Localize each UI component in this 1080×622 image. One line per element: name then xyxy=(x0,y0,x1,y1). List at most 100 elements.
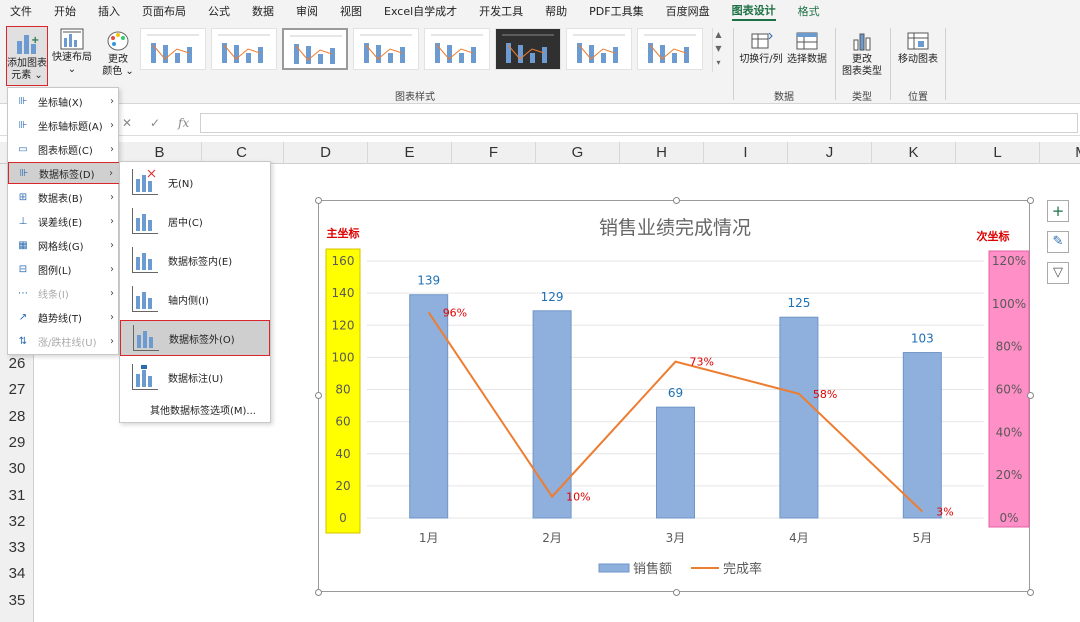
tab-14[interactable]: 格式 xyxy=(798,3,820,19)
tab-4[interactable]: 公式 xyxy=(208,3,230,19)
bar-data-label[interactable]: 125 xyxy=(787,296,810,310)
tab-9[interactable]: 开发工具 xyxy=(479,3,523,19)
row-header[interactable]: 30 xyxy=(0,460,34,477)
column-header[interactable]: K xyxy=(872,142,956,164)
line-data-label[interactable]: 58% xyxy=(813,388,837,401)
submenu-item[interactable]: 数据标签内(E) xyxy=(120,242,270,278)
line-data-label[interactable]: 96% xyxy=(443,306,467,319)
resize-handle[interactable] xyxy=(315,589,322,596)
gallery-scroll[interactable]: ▲ ▼ ▾ xyxy=(712,28,724,72)
formula-input[interactable] xyxy=(200,113,1078,133)
column-header[interactable]: G xyxy=(536,142,620,164)
column-header[interactable]: D xyxy=(284,142,368,164)
resize-handle[interactable] xyxy=(673,197,680,204)
column-header[interactable]: F xyxy=(452,142,536,164)
tab-13[interactable]: 图表设计 xyxy=(731,2,776,21)
chart-title[interactable]: 销售业绩完成情况 xyxy=(599,217,751,239)
menu-item[interactable]: ⊥ 误差线(E) › xyxy=(8,210,120,232)
submenu-item[interactable]: 无(N) xyxy=(120,164,270,200)
row-header[interactable]: 32 xyxy=(0,513,34,530)
row-header[interactable]: 28 xyxy=(0,408,34,425)
bar[interactable] xyxy=(532,310,572,519)
chart-style-thumb[interactable] xyxy=(140,28,206,70)
tab-6[interactable]: 审阅 xyxy=(296,3,318,19)
menu-item[interactable]: ↗ 趋势线(T) › xyxy=(8,306,120,328)
bar[interactable] xyxy=(902,352,942,519)
tab-2[interactable]: 插入 xyxy=(98,3,120,19)
chart-style-thumb[interactable] xyxy=(637,28,703,70)
chart-filters-button[interactable]: ▽ xyxy=(1047,262,1069,284)
resize-handle[interactable] xyxy=(1027,197,1034,204)
tab-3[interactable]: 页面布局 xyxy=(142,3,186,19)
more-data-label-options[interactable]: 其他数据标签选项(M)... xyxy=(150,402,256,417)
tab-12[interactable]: 百度网盘 xyxy=(666,3,710,19)
chart-style-thumb[interactable] xyxy=(495,28,561,70)
chart-styles-gallery[interactable] xyxy=(140,28,725,78)
tab-1[interactable]: 开始 xyxy=(54,3,76,19)
move-chart-button[interactable]: 移动图表 xyxy=(896,30,940,66)
column-header[interactable]: E xyxy=(368,142,452,164)
menu-item[interactable]: ⊪ 坐标轴(X) › xyxy=(8,90,120,112)
tab-11[interactable]: PDF工具集 xyxy=(589,3,643,19)
submenu-item[interactable]: 轴内侧(I) xyxy=(120,281,270,317)
resize-handle[interactable] xyxy=(673,589,680,596)
submenu-item[interactable]: 数据标签外(O) xyxy=(120,320,270,356)
line-data-label[interactable]: 10% xyxy=(566,491,590,504)
row-header[interactable]: 35 xyxy=(0,592,34,609)
submenu-item[interactable]: 数据标注(U) xyxy=(120,359,270,395)
add-chart-element-button[interactable]: + 添加图表 元素 ⌄ xyxy=(6,26,48,86)
menu-item[interactable]: ⊪ 数据标签(D) › xyxy=(8,162,120,184)
select-data-button[interactable]: 选择数据 xyxy=(786,30,828,66)
tab-0[interactable]: 文件 xyxy=(10,3,32,19)
chart-style-thumb[interactable] xyxy=(566,28,632,70)
resize-handle[interactable] xyxy=(1027,589,1034,596)
chart-styles-brush-button[interactable]: ✎ xyxy=(1047,231,1069,253)
bar[interactable] xyxy=(779,316,819,519)
row-header[interactable]: 34 xyxy=(0,565,34,582)
row-header[interactable]: 29 xyxy=(0,434,34,451)
insert-function-icon[interactable]: fx xyxy=(178,116,189,130)
change-colors-button[interactable]: 更改 颜色 ⌄ xyxy=(100,30,136,78)
menu-item[interactable]: ⊞ 数据表(B) › xyxy=(8,186,120,208)
row-header[interactable]: 27 xyxy=(0,381,34,398)
column-header[interactable]: I xyxy=(704,142,788,164)
resize-handle[interactable] xyxy=(315,197,322,204)
chart-style-thumb[interactable] xyxy=(211,28,277,70)
chart-elements-button[interactable]: + xyxy=(1047,200,1069,222)
bar-data-label[interactable]: 103 xyxy=(911,332,934,346)
chart-style-thumb[interactable] xyxy=(424,28,490,70)
resize-handle[interactable] xyxy=(1027,392,1034,399)
menu-item[interactable]: ⊪ 坐标轴标题(A) › xyxy=(8,114,120,136)
change-chart-type-button[interactable]: 更改 图表类型 xyxy=(840,30,884,78)
cancel-icon[interactable]: ✕ xyxy=(122,116,132,130)
bar-data-label[interactable]: 69 xyxy=(668,386,683,400)
line-data-label[interactable]: 3% xyxy=(936,506,953,519)
menu-item[interactable]: ▭ 图表标题(C) › xyxy=(8,138,120,160)
tab-7[interactable]: 视图 xyxy=(340,3,362,19)
chart-style-thumb[interactable] xyxy=(282,28,348,70)
menu-item[interactable]: ⋯ 线条(I) › xyxy=(8,282,120,304)
column-header[interactable]: J xyxy=(788,142,872,164)
bar[interactable] xyxy=(656,406,695,519)
chart[interactable]: 销售业绩完成情况 主坐标 160 140 120 100 80 60 40 20 0 次坐标 120% 1… xyxy=(318,200,1030,592)
resize-handle[interactable] xyxy=(315,392,322,399)
tab-10[interactable]: 帮助 xyxy=(545,3,567,19)
column-header[interactable]: L xyxy=(956,142,1040,164)
tab-5[interactable]: 数据 xyxy=(252,3,274,19)
bar[interactable] xyxy=(409,294,449,519)
chart-style-thumb[interactable] xyxy=(353,28,419,70)
row-header[interactable]: 33 xyxy=(0,539,34,556)
menu-item[interactable]: ⊟ 图例(L) › xyxy=(8,258,120,280)
bar-data-label[interactable]: 139 xyxy=(417,274,440,288)
menu-item[interactable]: ▦ 网格线(G) › xyxy=(8,234,120,256)
row-header[interactable]: 26 xyxy=(0,355,34,372)
line-data-label[interactable]: 73% xyxy=(690,356,714,369)
submenu-item[interactable]: 居中(C) xyxy=(120,203,270,239)
confirm-icon[interactable]: ✓ xyxy=(150,116,160,130)
row-header[interactable]: 31 xyxy=(0,487,34,504)
quick-layout-button[interactable]: 快速布局 ⌄ xyxy=(52,28,92,76)
bar-data-label[interactable]: 129 xyxy=(541,290,564,304)
switch-row-column-button[interactable]: 切换行/列 xyxy=(738,30,784,66)
menu-item[interactable]: ⇅ 涨/跌柱线(U) › xyxy=(8,330,120,352)
column-header[interactable]: H xyxy=(620,142,704,164)
